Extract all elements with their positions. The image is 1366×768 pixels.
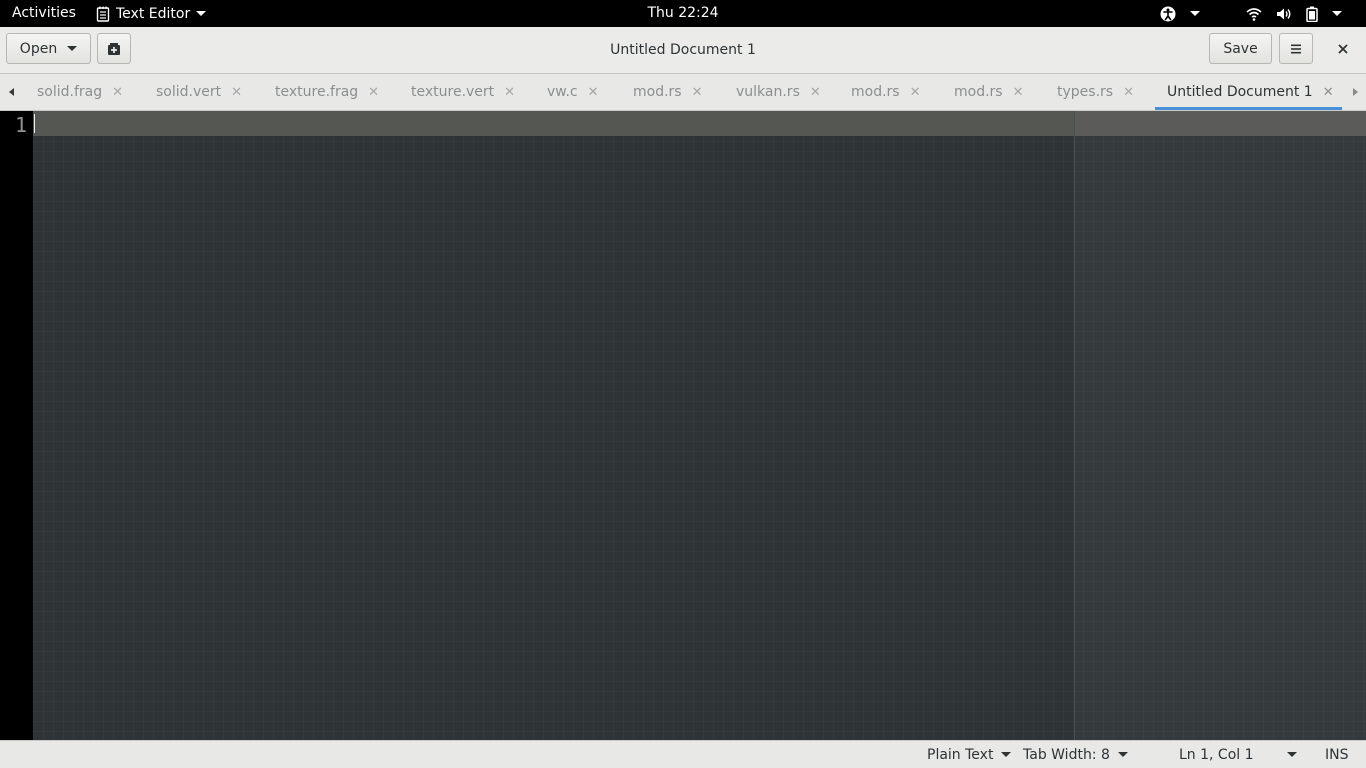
system-tray[interactable] bbox=[1160, 0, 1342, 27]
close-window-button[interactable] bbox=[1328, 33, 1358, 64]
tab-vw-c[interactable]: vw.c ✕ bbox=[547, 74, 599, 110]
tab-label: mod.rs bbox=[954, 84, 1003, 100]
new-document-button[interactable] bbox=[97, 33, 131, 64]
tab-solid-frag[interactable]: solid.frag ✕ bbox=[37, 74, 123, 110]
close-icon[interactable]: ✕ bbox=[910, 85, 921, 100]
chevron-down-icon bbox=[67, 46, 78, 51]
close-icon[interactable]: ✕ bbox=[1323, 85, 1334, 100]
chevron-down-icon bbox=[1287, 752, 1297, 757]
tab-label: texture.vert bbox=[411, 84, 495, 100]
close-icon[interactable]: ✕ bbox=[810, 85, 821, 100]
battery-icon[interactable] bbox=[1306, 6, 1318, 22]
tab-width-label: Tab Width: 8 bbox=[1023, 746, 1110, 763]
save-button[interactable]: Save bbox=[1209, 33, 1272, 64]
close-icon[interactable]: ✕ bbox=[692, 85, 703, 100]
text-cursor bbox=[34, 114, 35, 133]
tab-width-selector[interactable]: Tab Width: 8 bbox=[1023, 741, 1128, 768]
tab-vulkan-rs[interactable]: vulkan.rs ✕ bbox=[736, 74, 821, 110]
close-icon[interactable]: ✕ bbox=[1123, 85, 1134, 100]
insert-mode-indicator[interactable]: INS bbox=[1325, 741, 1349, 768]
tab-label: vulkan.rs bbox=[736, 84, 800, 100]
right-margin-area bbox=[1074, 111, 1366, 740]
tab-texture-vert[interactable]: texture.vert ✕ bbox=[411, 74, 515, 110]
language-label: Plain Text bbox=[927, 746, 994, 763]
language-selector[interactable]: Plain Text bbox=[927, 741, 1012, 768]
open-button[interactable]: Open bbox=[6, 33, 91, 64]
line-number: 1 bbox=[14, 113, 27, 137]
tab-label: solid.vert bbox=[156, 84, 222, 100]
close-icon[interactable]: ✕ bbox=[368, 85, 379, 100]
accessibility-icon[interactable] bbox=[1160, 6, 1176, 22]
line-number-gutter: 1 bbox=[0, 111, 33, 740]
tab-label: Untitled Document 1 bbox=[1167, 84, 1313, 100]
close-icon[interactable]: ✕ bbox=[504, 85, 515, 100]
tab-mod-rs-2[interactable]: mod.rs ✕ bbox=[851, 74, 921, 110]
text-editing-area[interactable] bbox=[33, 111, 1366, 740]
tab-label: texture.frag bbox=[275, 84, 359, 100]
tab-label: types.rs bbox=[1057, 84, 1114, 100]
close-icon[interactable]: ✕ bbox=[1013, 85, 1024, 100]
cursor-position-label: Ln 1, Col 1 bbox=[1179, 746, 1254, 763]
status-bar: Plain Text Tab Width: 8 Ln 1, Col 1 INS bbox=[0, 740, 1366, 768]
chevron-down-icon[interactable] bbox=[1332, 11, 1342, 16]
close-icon[interactable]: ✕ bbox=[231, 85, 242, 100]
hamburger-icon bbox=[1291, 44, 1301, 53]
tab-label: mod.rs bbox=[633, 84, 682, 100]
close-icon bbox=[1338, 43, 1348, 54]
close-icon[interactable]: ✕ bbox=[112, 85, 123, 100]
tab-mod-rs-1[interactable]: mod.rs ✕ bbox=[633, 74, 703, 110]
header-bar: Untitled Document 1 Open Save bbox=[0, 27, 1366, 74]
chevron-down-icon[interactable] bbox=[1190, 11, 1200, 16]
open-button-label: Open bbox=[19, 40, 58, 57]
scroll-tabs-right-button[interactable] bbox=[1344, 74, 1366, 110]
tab-mod-rs-3[interactable]: mod.rs ✕ bbox=[954, 74, 1024, 110]
hamburger-menu-button[interactable] bbox=[1279, 33, 1313, 64]
new-document-icon bbox=[108, 42, 120, 55]
tab-texture-frag[interactable]: texture.frag ✕ bbox=[275, 74, 379, 110]
tab-solid-vert[interactable]: solid.vert ✕ bbox=[156, 74, 242, 110]
close-icon[interactable]: ✕ bbox=[588, 85, 599, 100]
chevron-down-icon bbox=[1001, 752, 1012, 757]
top-bar: Activities Text Editor Thu 22:24 bbox=[0, 0, 1366, 27]
arrow-left-icon bbox=[8, 88, 14, 96]
volume-icon[interactable] bbox=[1276, 7, 1292, 21]
window-title: Untitled Document 1 bbox=[610, 42, 756, 58]
tab-bar: solid.frag ✕ solid.vert ✕ texture.frag ✕… bbox=[0, 74, 1366, 111]
cursor-position-selector[interactable]: Ln 1, Col 1 bbox=[1179, 741, 1297, 768]
wifi-icon[interactable] bbox=[1246, 7, 1262, 21]
tab-untitled-document-1[interactable]: Untitled Document 1 ✕ bbox=[1155, 74, 1342, 110]
arrow-right-icon bbox=[1352, 88, 1358, 96]
tab-types-rs[interactable]: types.rs ✕ bbox=[1057, 74, 1134, 110]
chevron-down-icon bbox=[1117, 752, 1128, 757]
tab-label: solid.frag bbox=[37, 84, 103, 100]
tab-label: vw.c bbox=[547, 84, 578, 100]
scroll-tabs-left-button[interactable] bbox=[0, 74, 22, 110]
tab-label: mod.rs bbox=[851, 84, 900, 100]
